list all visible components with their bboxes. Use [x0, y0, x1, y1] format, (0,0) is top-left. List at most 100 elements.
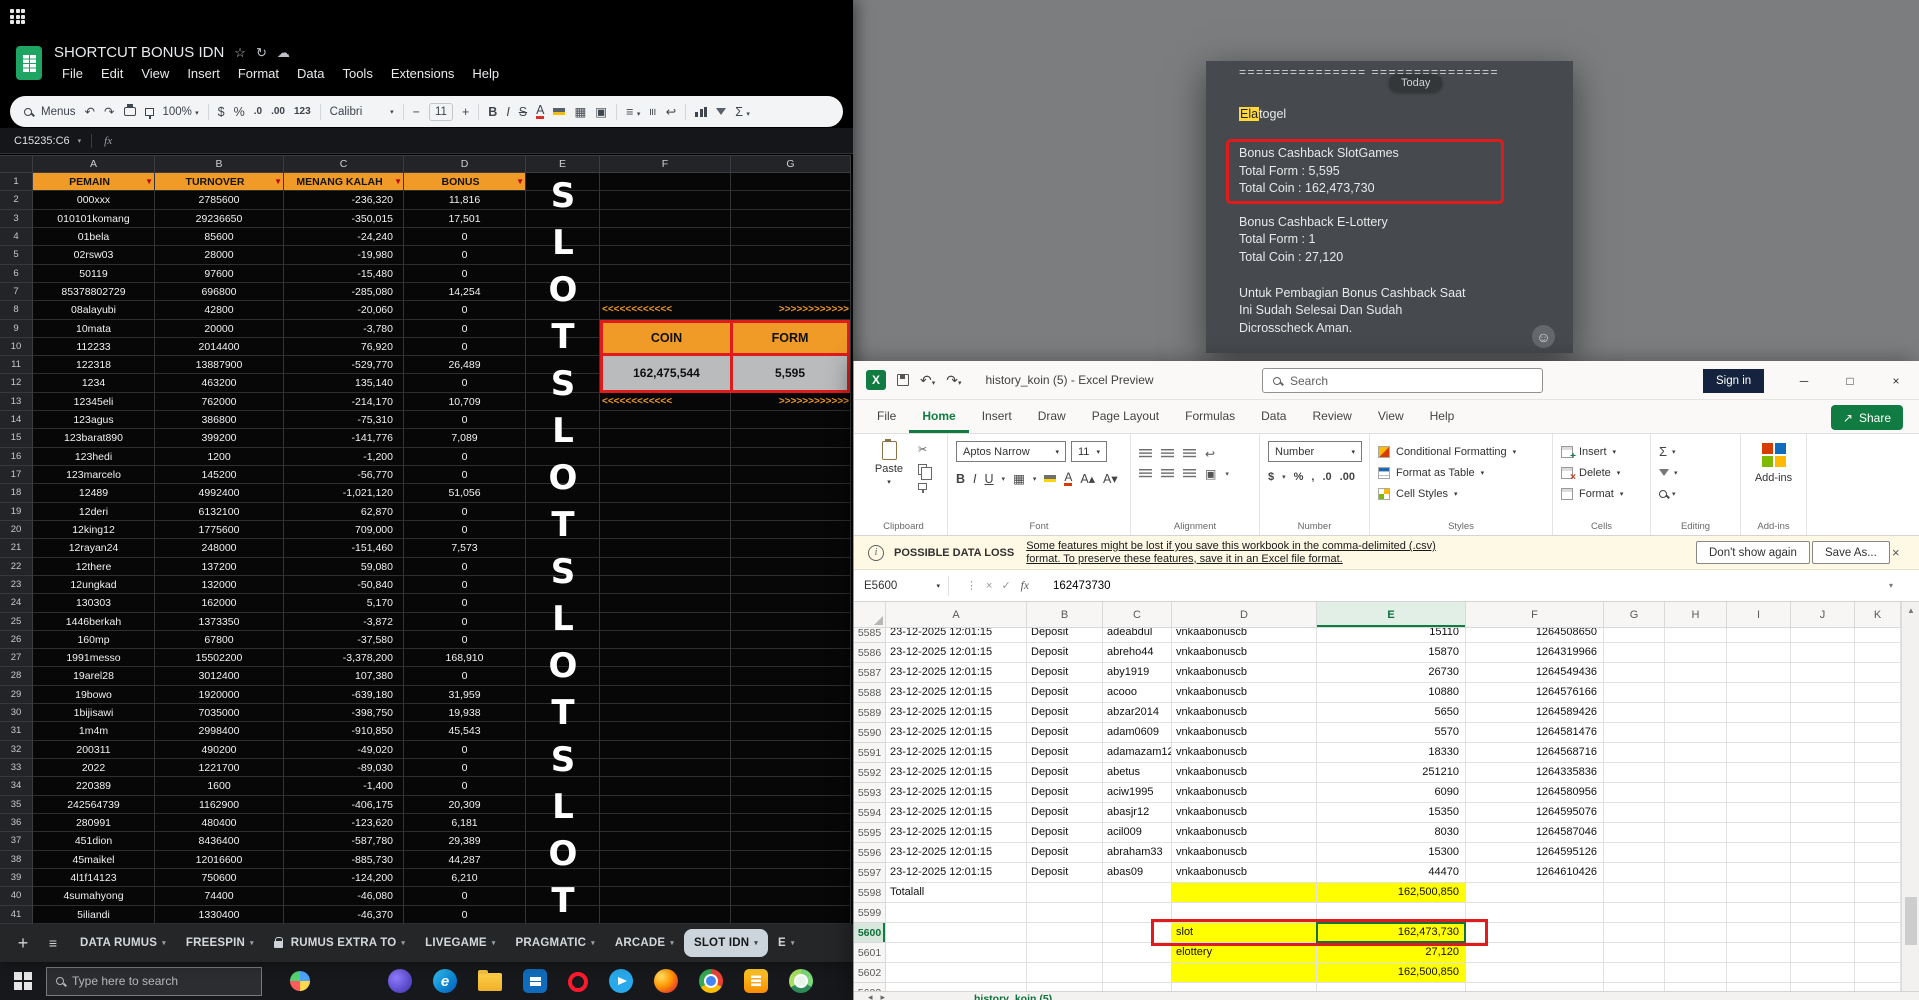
cell[interactable] [600, 447, 731, 466]
increase-decimal-icon[interactable]: .0 [1322, 471, 1331, 483]
cell[interactable] [1727, 663, 1791, 683]
row-number[interactable]: 5588 [854, 683, 886, 703]
cell[interactable] [1791, 943, 1855, 963]
row-number[interactable]: 5593 [854, 783, 886, 803]
cell[interactable] [600, 868, 731, 888]
cell[interactable]: 1264508650 [1466, 628, 1604, 643]
header-cell[interactable]: PEMAIN ▼ [33, 173, 155, 192]
cell[interactable]: -285,080 [284, 282, 404, 302]
cell[interactable]: Deposit [1027, 643, 1103, 663]
cell[interactable] [1791, 823, 1855, 843]
cell[interactable]: 44470 [1317, 863, 1466, 883]
cell[interactable] [731, 191, 851, 210]
cell[interactable]: Totalall [886, 883, 1027, 903]
cell[interactable]: 12rayan24 [33, 539, 155, 558]
cell[interactable]: 15110 [1317, 628, 1466, 643]
cell[interactable] [1604, 763, 1665, 783]
font-select[interactable]: Calibri ▾ [330, 106, 394, 118]
document-title[interactable]: SHORTCUT BONUS IDN [54, 44, 224, 61]
warning-message-link[interactable]: Some features might be lost if you save … [1026, 540, 1466, 565]
col-header-A[interactable]: A [33, 156, 155, 172]
cell[interactable] [1665, 883, 1727, 903]
cell[interactable] [1855, 903, 1901, 923]
cell[interactable]: acil009 [1103, 823, 1172, 843]
cell[interactable] [600, 264, 731, 283]
cell[interactable]: 0 [404, 630, 526, 650]
cell[interactable] [1027, 983, 1103, 991]
cell[interactable] [1604, 883, 1665, 903]
firefox-nightly-icon[interactable] [388, 969, 412, 993]
cell[interactable]: 0 [404, 612, 526, 631]
cell[interactable]: vnkaabonuscb [1172, 663, 1317, 683]
cell[interactable] [600, 191, 731, 210]
col-header-I[interactable]: I [1727, 602, 1791, 628]
scrollbar-thumb[interactable] [1905, 897, 1917, 945]
cell[interactable] [1855, 663, 1901, 683]
cell[interactable]: 135,140 [284, 374, 404, 393]
cell[interactable] [1665, 823, 1727, 843]
cell[interactable] [731, 887, 851, 906]
sheets-logo-icon[interactable] [16, 46, 42, 80]
header-cell[interactable]: MENANG KALAH ▼ [284, 173, 404, 192]
cell[interactable]: 0 [404, 227, 526, 247]
functions-icon[interactable]: Σ ▾ [735, 105, 750, 119]
cell[interactable]: 242564739 [33, 795, 155, 814]
cell[interactable] [731, 795, 851, 814]
row-number[interactable]: 8 [0, 301, 33, 320]
cell[interactable] [731, 282, 851, 302]
close-button[interactable]: × [1873, 361, 1919, 400]
cell[interactable] [1727, 743, 1791, 763]
cell[interactable]: adamazam12 [1103, 743, 1172, 763]
cell[interactable] [1604, 863, 1665, 883]
cell[interactable]: aby1919 [1103, 663, 1172, 683]
accounting-format-icon[interactable]: $ [1268, 471, 1274, 483]
italic-icon[interactable]: I [973, 472, 976, 486]
cell[interactable] [1665, 643, 1727, 663]
cell[interactable]: 12deri [33, 502, 155, 521]
cell[interactable]: 28000 [155, 246, 284, 265]
cell[interactable]: 10,709 [404, 392, 526, 412]
row-number[interactable]: 13 [0, 392, 33, 412]
cell[interactable]: 696800 [155, 282, 284, 302]
cell[interactable] [1855, 703, 1901, 723]
cell[interactable] [1604, 943, 1665, 963]
cell[interactable] [731, 520, 851, 540]
cell[interactable]: 50119 [33, 264, 155, 283]
cell[interactable]: 0 [404, 264, 526, 283]
cell[interactable]: 12489 [33, 484, 155, 503]
cell[interactable] [1727, 763, 1791, 783]
cell[interactable] [1604, 723, 1665, 743]
undo-icon[interactable]: ↶▾ [920, 372, 935, 389]
cell[interactable]: -587,780 [284, 832, 404, 851]
cell[interactable]: 123agus [33, 411, 155, 430]
cell[interactable]: vnkaabonuscb [1172, 643, 1317, 663]
sheet-tab-data-rumus[interactable]: DATA RUMUS ▾ [70, 929, 176, 957]
minimize-button[interactable]: ─ [1781, 361, 1827, 400]
row-number[interactable]: 5598 [854, 883, 886, 903]
save-as-button[interactable]: Save As... [1812, 541, 1890, 564]
cell[interactable]: 0 [404, 246, 526, 265]
cell[interactable]: 0 [404, 575, 526, 595]
cell[interactable] [1855, 823, 1901, 843]
cell[interactable] [1665, 723, 1727, 743]
cell[interactable] [1665, 843, 1727, 863]
cell[interactable]: 7,089 [404, 429, 526, 448]
cell[interactable]: 19,938 [404, 704, 526, 723]
cell[interactable] [731, 594, 851, 613]
cell[interactable]: 1bijisawi [33, 704, 155, 723]
docs-shortcut-icon[interactable] [744, 969, 768, 993]
row-number[interactable]: 35 [0, 795, 33, 814]
dont-show-again-button[interactable]: Don't show again [1696, 541, 1810, 564]
select-all-cell[interactable] [854, 602, 886, 628]
cell[interactable]: 23-12-2025 12:01:15 [886, 843, 1027, 863]
cell[interactable] [886, 963, 1027, 983]
row-number[interactable]: 22 [0, 557, 33, 576]
cell[interactable] [731, 539, 851, 558]
cell[interactable]: 1264335836 [1466, 763, 1604, 783]
cell[interactable] [1791, 628, 1855, 643]
cell[interactable]: 20000 [155, 319, 284, 338]
cell[interactable] [1791, 763, 1855, 783]
sheet-nav-icons[interactable]: ◂▸ [868, 992, 893, 1000]
apps-grid-icon[interactable] [10, 9, 26, 25]
more-formats-icon[interactable]: 123 [294, 106, 311, 117]
